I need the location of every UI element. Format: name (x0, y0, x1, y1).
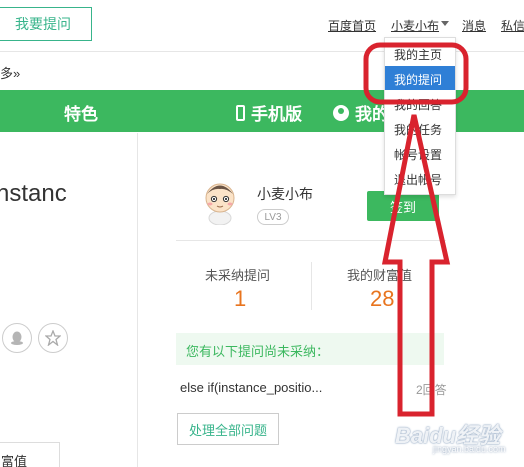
stats-divider (311, 262, 312, 310)
avatar[interactable] (200, 181, 240, 226)
menu-item-my-questions[interactable]: 我的提问 (385, 66, 455, 90)
chevron-down-icon[interactable] (441, 21, 449, 26)
column-divider (137, 133, 138, 467)
unadopted-value[interactable]: 1 (234, 286, 246, 312)
pending-question-link[interactable]: else if(instance_positio... (180, 380, 322, 395)
baidu-watermark: Baidu经验 jingyan.baidu.com (395, 418, 520, 458)
private-message-link[interactable]: 私信 (501, 17, 524, 34)
phone-icon (236, 104, 245, 121)
nav-mobile[interactable]: 手机版 (236, 100, 302, 125)
level-badge: LV3 (257, 209, 289, 225)
menu-item-logout[interactable]: 退出帐号 (385, 166, 455, 190)
nav-featured-label: 特色 (64, 105, 98, 124)
handle-all-button[interactable]: 处理全部问题 (177, 413, 279, 445)
user-dropdown-menu: 我的主页 我的提问 我的回答 我的任务 帐号设置 退出帐号 (384, 37, 456, 195)
wealth-label: 我的财富值 (347, 268, 413, 283)
wealth-value-box: 富值 (0, 442, 60, 467)
sign-in-button[interactable]: 签到 (367, 191, 439, 221)
baidu-home-link[interactable]: 百度首页 (328, 17, 376, 34)
user-name[interactable]: 小麦小布 (257, 184, 313, 204)
unadopted-notice: 您有以下提问尚未采纳： (176, 333, 444, 365)
nav-featured[interactable]: 特色 (64, 100, 98, 125)
watermark-url: jingyan.baidu.com (433, 444, 506, 454)
unadopted-label: 未采纳提问 (205, 268, 271, 283)
qq-share-icon[interactable] (2, 323, 32, 353)
nav-my[interactable]: 我的 (333, 100, 389, 125)
menu-item-home[interactable]: 我的主页 (385, 41, 455, 65)
star-favorite-icon[interactable] (38, 323, 68, 353)
answer-count: 2回答 (416, 383, 447, 397)
messages-link[interactable]: 消息 (462, 17, 486, 34)
menu-item-account-settings[interactable]: 帐号设置 (385, 141, 455, 165)
menu-item-my-answers[interactable]: 我的回答 (385, 91, 455, 115)
user-icon (333, 104, 349, 121)
card-divider (176, 240, 446, 241)
breadcrumb[interactable]: 多» (0, 63, 20, 82)
username-link[interactable]: 小麦小布 (391, 17, 439, 34)
menu-item-my-tasks[interactable]: 我的任务 (385, 116, 455, 140)
question-title: nstanc (0, 180, 67, 207)
nav-mobile-label: 手机版 (251, 105, 302, 124)
wealth-value[interactable]: 28 (370, 286, 394, 312)
